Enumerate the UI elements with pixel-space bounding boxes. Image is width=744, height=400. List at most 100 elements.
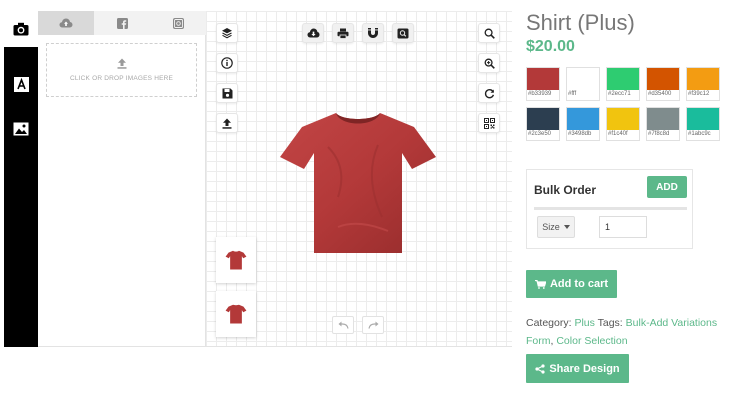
zoom-in-button[interactable] (478, 53, 500, 73)
redo-icon (367, 321, 378, 329)
layers-button[interactable] (216, 23, 238, 43)
upload-icon (222, 118, 232, 129)
cloud-upload-icon (59, 18, 73, 28)
share-design-button[interactable]: Share Design (526, 354, 629, 383)
color-swatch[interactable]: #f39c12 (686, 67, 720, 101)
bulk-order-box: Bulk Order ADD Size 1 (526, 169, 693, 249)
zoom-in-icon (484, 58, 495, 69)
product-meta: Category: Plus Tags: Bulk-Add Variations… (526, 317, 718, 347)
qr-code-icon (483, 117, 495, 129)
info-icon (221, 57, 233, 69)
sidebar-item-designs[interactable] (4, 111, 38, 147)
design-canvas[interactable] (206, 11, 512, 347)
size-select-value: Size (542, 222, 560, 232)
zoom-box-icon (397, 28, 409, 38)
swatch-color-fill (567, 68, 599, 90)
swatch-hex-label: #d35400 (648, 91, 672, 97)
bulk-add-button[interactable]: ADD (647, 176, 687, 198)
swatch-hex-label: #2ecc71 (608, 91, 631, 97)
share-icon (535, 363, 545, 374)
swatch-color-fill (687, 108, 719, 130)
sidebar-item-text[interactable] (4, 66, 38, 102)
swatch-hex-label: #f39c12 (688, 91, 710, 97)
swatch-hex-label: #b33939 (528, 91, 552, 97)
image-dropzone[interactable]: CLICK OR DROP IMAGES HERE (46, 43, 197, 97)
undo-icon (338, 321, 349, 329)
print-button[interactable] (332, 23, 354, 43)
swatch-color-fill (647, 68, 679, 90)
magnet-icon (368, 28, 378, 38)
preview-button[interactable] (392, 23, 414, 43)
swatch-hex-label: #7f8c8d (648, 131, 670, 137)
view-thumbnail-front[interactable] (216, 237, 256, 283)
caret-down-icon (563, 225, 570, 229)
tshirt-mockup[interactable] (278, 107, 438, 257)
search-icon (484, 28, 495, 39)
view-thumbnail-back[interactable] (216, 291, 256, 337)
camera-icon (13, 22, 29, 36)
color-swatch[interactable]: #d35400 (646, 67, 680, 101)
upload-design-button[interactable] (216, 113, 238, 133)
image-icon (13, 122, 29, 136)
bulk-order-title: Bulk Order (534, 183, 597, 197)
upload-arrow-icon (117, 58, 126, 69)
bulk-divider (534, 207, 687, 210)
snap-button[interactable] (362, 23, 384, 43)
text-icon (13, 76, 29, 92)
swatch-color-fill (687, 68, 719, 90)
swatch-hex-label: #3498db (568, 131, 592, 137)
swatch-color-fill (567, 108, 599, 130)
qr-code-button[interactable] (478, 113, 500, 133)
tshirt-back-thumbnail (225, 304, 247, 324)
product-title: Shirt (Plus) (526, 10, 635, 35)
sidebar-item-images[interactable] (4, 11, 38, 47)
add-to-cart-label: Add to cart (549, 278, 609, 290)
swatch-color-fill (607, 68, 639, 90)
print-icon (337, 28, 349, 39)
facebook-icon (116, 17, 128, 29)
quantity-input[interactable]: 1 (599, 216, 647, 238)
undo-button[interactable] (332, 316, 354, 334)
download-button[interactable] (302, 23, 324, 43)
cart-icon (534, 279, 546, 289)
swatch-hex-label: #2c3e50 (528, 131, 552, 137)
instagram-icon (172, 17, 184, 29)
swatch-color-fill (527, 68, 559, 90)
color-swatch[interactable]: #b33939 (526, 67, 560, 101)
swatch-color-fill (607, 108, 639, 130)
color-swatch[interactable]: #1abc9c (686, 107, 720, 141)
tab-instagram[interactable] (150, 11, 206, 35)
color-swatch[interactable]: #3498db (566, 107, 600, 141)
info-button[interactable] (216, 53, 238, 73)
search-button[interactable] (478, 23, 500, 43)
dropzone-label: CLICK OR DROP IMAGES HERE (69, 75, 174, 82)
add-to-cart-button[interactable]: Add to cart (526, 270, 617, 298)
save-icon (222, 88, 232, 98)
tool-sidebar (4, 11, 38, 347)
cloud-download-icon (307, 28, 319, 38)
product-price: $20.00 (526, 38, 575, 55)
swatch-hex-label: #f1c40f (608, 131, 628, 137)
category-label: Category: (526, 317, 572, 329)
refresh-icon (484, 88, 494, 98)
tab-upload[interactable] (38, 11, 94, 35)
reset-button[interactable] (478, 83, 500, 103)
color-swatch[interactable]: #fff (566, 67, 600, 101)
redo-button[interactable] (362, 316, 384, 334)
color-swatch[interactable]: #7f8c8d (646, 107, 680, 141)
swatch-hex-label: #fff (568, 91, 577, 97)
size-select[interactable]: Size (537, 216, 575, 238)
image-upload-panel: CLICK OR DROP IMAGES HERE (38, 11, 206, 347)
tab-facebook[interactable] (94, 11, 150, 35)
tags-label: Tags: (597, 317, 623, 329)
share-design-label: Share Design (549, 362, 620, 375)
color-swatch[interactable]: #2c3e50 (526, 107, 560, 141)
swatch-color-fill (527, 108, 559, 130)
category-link[interactable]: Plus (574, 317, 594, 329)
save-design-button[interactable] (216, 83, 238, 103)
swatch-hex-label: #1abc9c (688, 131, 711, 137)
color-swatch[interactable]: #2ecc71 (606, 67, 640, 101)
layers-icon (222, 28, 232, 39)
color-swatch[interactable]: #f1c40f (606, 107, 640, 141)
tag-link-color-selection[interactable]: Color Selection (556, 335, 627, 347)
